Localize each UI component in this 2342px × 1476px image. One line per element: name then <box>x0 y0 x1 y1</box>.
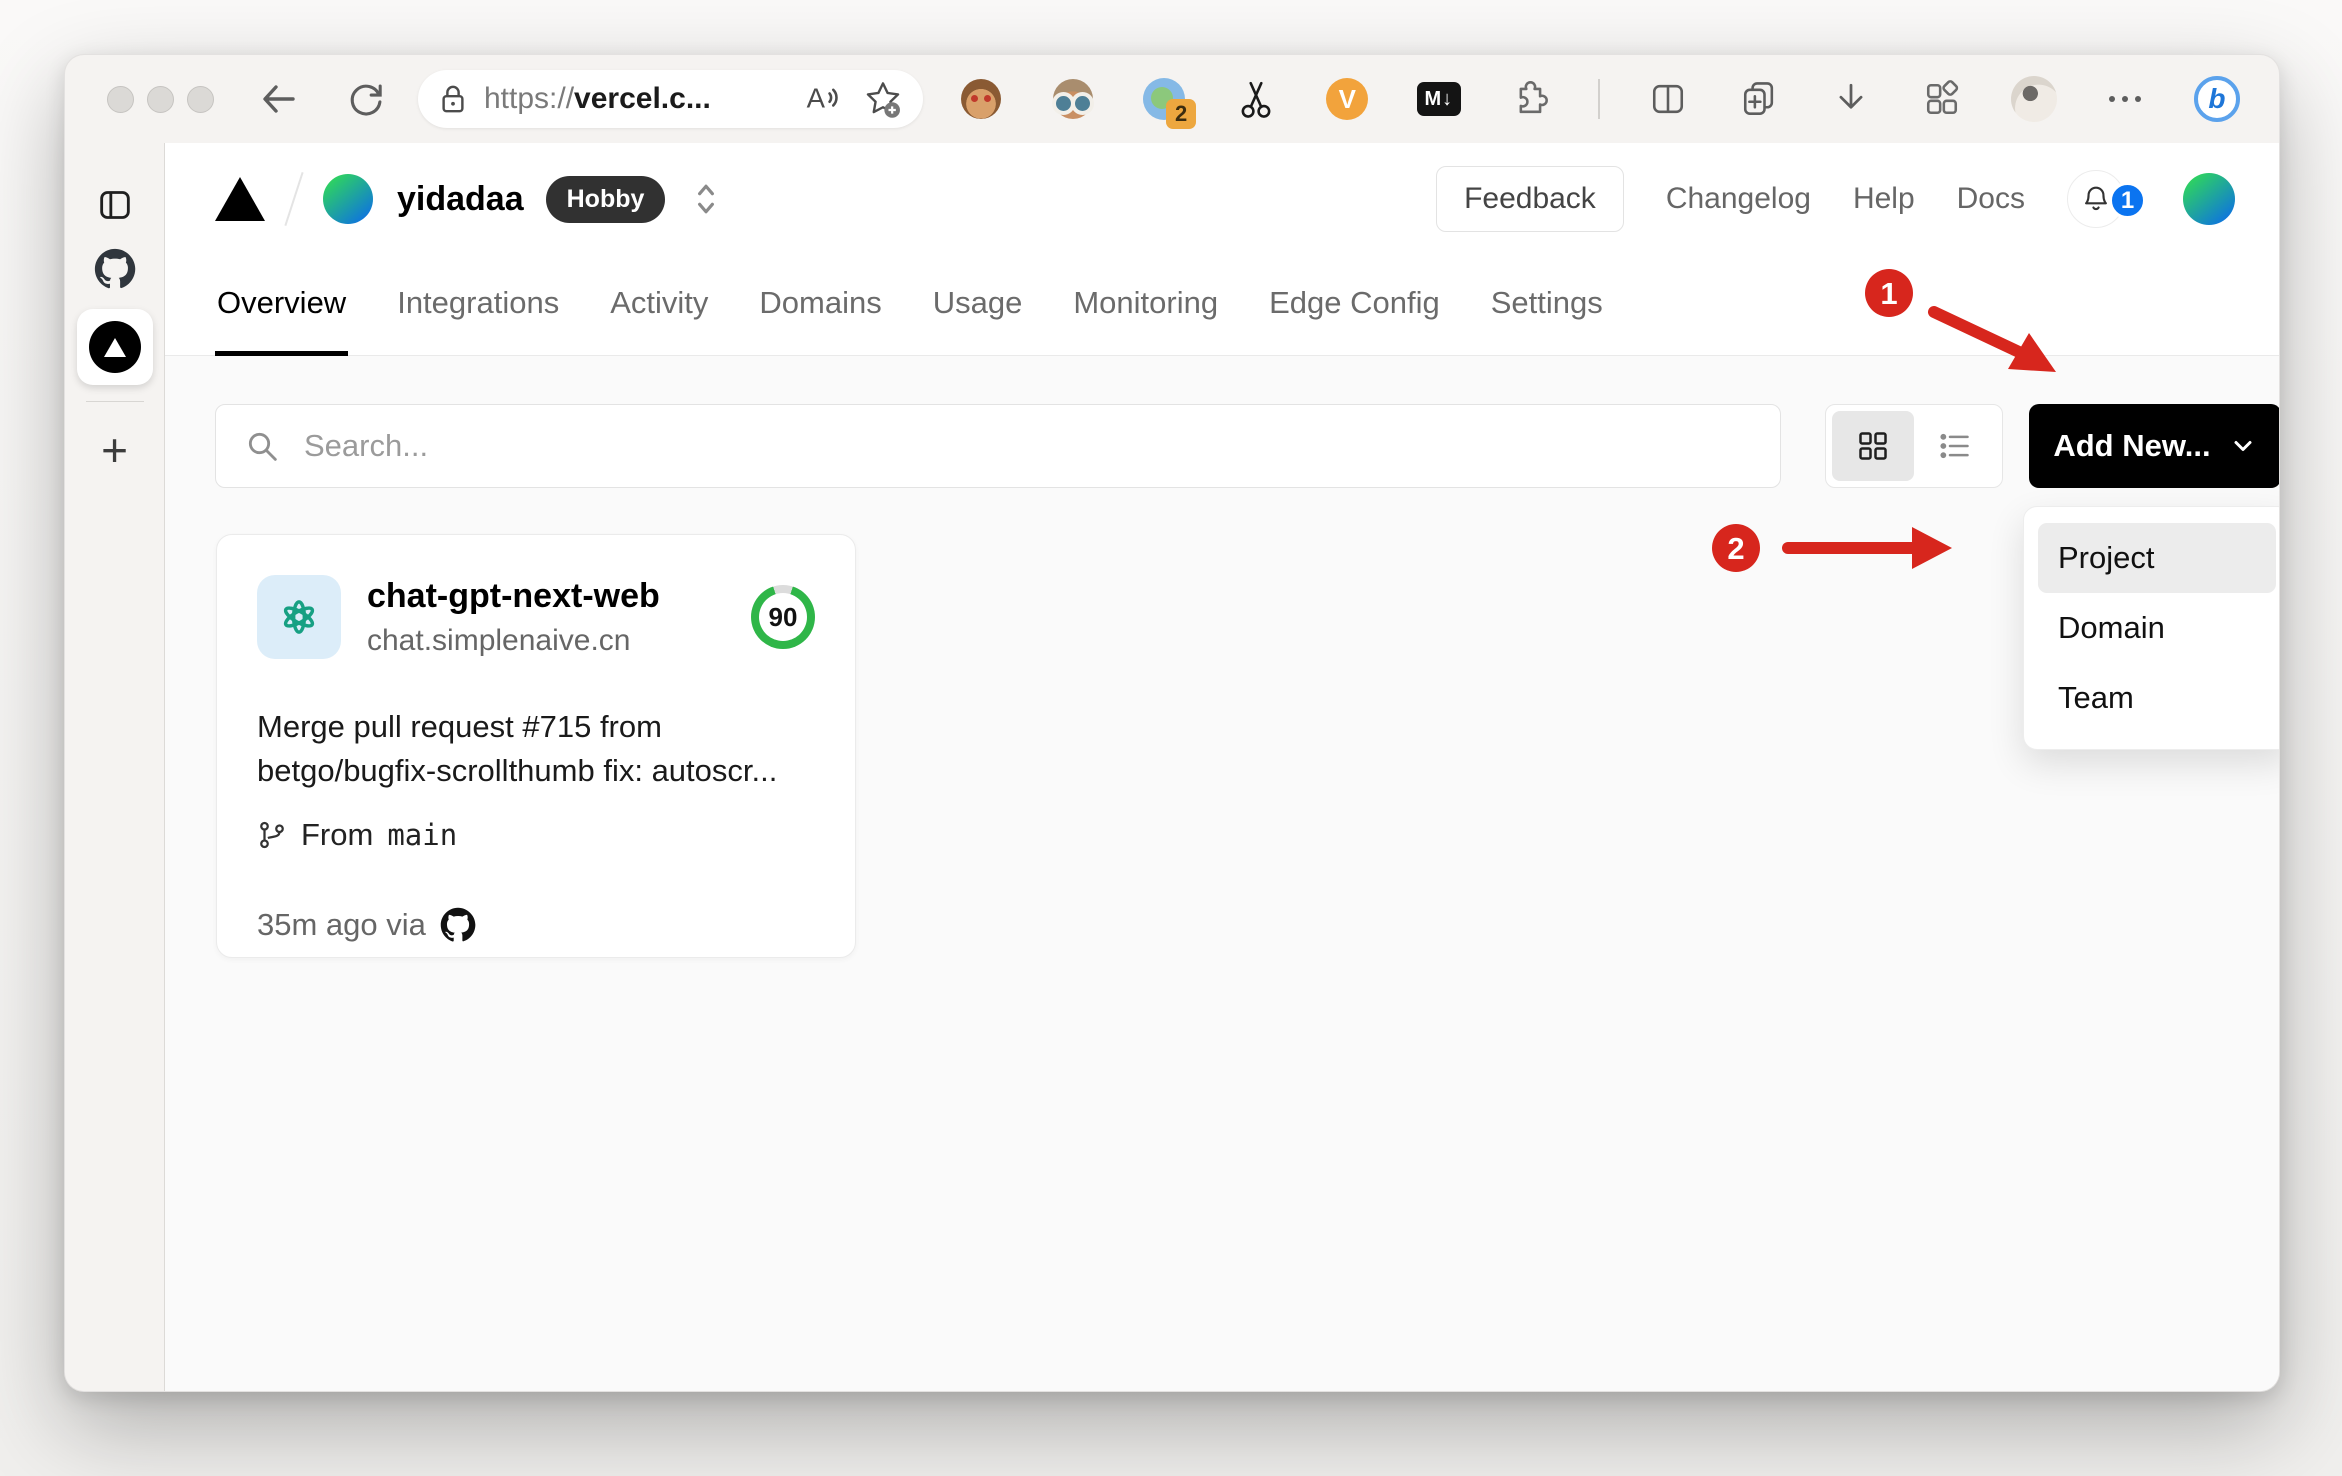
dropdown-item-team[interactable]: Team <box>2038 663 2276 733</box>
url-text: https://vercel.c... <box>484 82 711 115</box>
add-to-collection-icon[interactable] <box>1735 75 1783 123</box>
browser-toolbar: https://vercel.c... A 2 V M↓ b <box>65 55 2279 143</box>
split-screen-icon[interactable] <box>1644 75 1692 123</box>
new-tab-button[interactable]: + <box>78 418 152 482</box>
video-extension-icon[interactable]: V <box>1323 75 1371 123</box>
changelog-link[interactable]: Changelog <box>1666 182 1811 216</box>
page-viewport: yidadaa Hobby Feedback Changelog Help Do… <box>165 143 2279 1391</box>
grid-view-button[interactable] <box>1832 411 1914 481</box>
sidebar-divider <box>85 401 144 402</box>
commit-message[interactable]: Merge pull request #715 from betgo/bugfi… <box>257 705 815 793</box>
vercel-body: Add New... Project Domain Team <box>165 356 2279 1391</box>
screenshot-stage: https://vercel.c... A 2 V M↓ b + yidadaa… <box>0 0 2342 1476</box>
goggles-extension-icon[interactable] <box>1049 75 1097 123</box>
read-aloud-icon[interactable]: A <box>803 77 847 121</box>
team-name[interactable]: yidadaa <box>397 180 524 219</box>
extensions-puzzle-icon[interactable] <box>1506 75 1554 123</box>
toolbar-divider <box>1597 79 1600 119</box>
extensions-row: 2 V M↓ b <box>957 55 2241 143</box>
github-icon <box>440 907 476 942</box>
browser-window: https://vercel.c... A 2 V M↓ b + yidadaa… <box>64 54 2280 1392</box>
project-texts: chat-gpt-next-web chat.simplenaive.cn <box>367 577 660 658</box>
tab-integrations[interactable]: Integrations <box>395 255 561 355</box>
tab-overview[interactable]: Overview <box>215 255 349 356</box>
list-view-button[interactable] <box>1914 411 1996 481</box>
list-view-icon <box>1940 433 1969 459</box>
git-branch-icon <box>260 821 284 849</box>
sidebar-tab-github[interactable] <box>78 237 152 301</box>
apps-bento-icon[interactable] <box>1918 75 1966 123</box>
scissors-extension-icon[interactable] <box>1232 75 1280 123</box>
edge-sidebar: + <box>65 143 165 1391</box>
dropdown-item-domain[interactable]: Domain <box>2038 593 2276 663</box>
grid-view-icon <box>1859 432 1887 460</box>
project-domain[interactable]: chat.simplenaive.cn <box>367 624 660 658</box>
vercel-header-row: yidadaa Hobby Feedback Changelog Help Do… <box>165 143 2279 255</box>
add-new-dropdown: Project Domain Team <box>2023 506 2279 750</box>
tab-activity[interactable]: Activity <box>608 255 710 355</box>
monkey-extension-icon[interactable] <box>957 75 1005 123</box>
tab-usage[interactable]: Usage <box>931 255 1025 355</box>
search-input[interactable] <box>304 428 1780 464</box>
lock-icon <box>442 85 464 113</box>
translate-extension-icon[interactable]: 2 <box>1140 75 1197 129</box>
markdown-extension-icon[interactable]: M↓ <box>1415 75 1463 123</box>
chrome-body: + yidadaa Hobby Feedback Changelog Help … <box>65 143 2279 1391</box>
team-switcher-icon[interactable] <box>689 179 723 219</box>
tab-monitoring[interactable]: Monitoring <box>1071 255 1220 355</box>
search-icon <box>248 432 277 461</box>
vercel-logo-icon <box>88 321 141 373</box>
project-card-header: chat-gpt-next-web chat.simplenaive.cn 90 <box>257 575 815 659</box>
address-bar[interactable]: https://vercel.c... A <box>418 70 923 128</box>
dropdown-item-project[interactable]: Project <box>2038 523 2276 593</box>
vercel-triangle-logo[interactable] <box>215 177 265 221</box>
breadcrumb-slash <box>284 172 304 226</box>
back-button[interactable] <box>254 75 302 123</box>
tab-domains[interactable]: Domains <box>757 255 883 355</box>
minimize-window-button[interactable] <box>147 85 174 113</box>
copilot-icon[interactable]: b <box>2193 75 2241 123</box>
tab-pane-icon[interactable] <box>78 173 152 237</box>
search-box[interactable] <box>215 404 1781 488</box>
notification-count-badge: 1 <box>2109 182 2146 219</box>
docs-link[interactable]: Docs <box>1957 182 2025 216</box>
branch-label: From <box>301 817 374 853</box>
project-openai-icon <box>257 575 341 659</box>
score-ring[interactable]: 90 <box>751 585 815 649</box>
zoom-window-button[interactable] <box>187 85 214 113</box>
close-window-button[interactable] <box>107 85 134 113</box>
branch-name: main <box>387 818 458 853</box>
vercel-tabs: Overview Integrations Activity Domains U… <box>165 255 2279 356</box>
sidebar-tab-vercel-active[interactable] <box>76 309 153 385</box>
add-new-label: Add New... <box>2053 428 2211 463</box>
svg-text:A: A <box>807 82 826 113</box>
tab-settings[interactable]: Settings <box>1489 255 1605 355</box>
notifications-bell-icon[interactable]: 1 <box>2067 170 2146 228</box>
help-link[interactable]: Help <box>1853 182 1915 216</box>
extension-badge: 2 <box>1166 99 1197 129</box>
vercel-header: yidadaa Hobby Feedback Changelog Help Do… <box>165 143 2279 356</box>
feedback-button[interactable]: Feedback <box>1436 166 1624 232</box>
add-new-button[interactable]: Add New... <box>2029 404 2279 488</box>
tab-edge-config[interactable]: Edge Config <box>1267 255 1442 355</box>
refresh-button[interactable] <box>342 75 390 123</box>
traffic-lights <box>107 85 214 113</box>
plan-badge: Hobby <box>545 175 666 223</box>
score-value: 90 <box>759 593 807 641</box>
chevron-down-icon <box>2234 441 2252 451</box>
more-options-icon[interactable] <box>2101 75 2149 123</box>
branch-row: From main <box>257 817 815 853</box>
project-card[interactable]: chat-gpt-next-web chat.simplenaive.cn 90… <box>216 534 856 958</box>
profile-avatar[interactable] <box>2010 75 2058 123</box>
favorite-star-icon[interactable] <box>861 77 905 121</box>
downloads-icon[interactable] <box>1827 75 1875 123</box>
deploy-meta: 35m ago via <box>257 907 815 943</box>
deploy-time: 35m ago via <box>257 907 426 943</box>
header-actions: Feedback Changelog Help Docs 1 <box>1436 166 2235 232</box>
team-avatar[interactable] <box>323 174 373 224</box>
project-name[interactable]: chat-gpt-next-web <box>367 577 660 616</box>
user-avatar[interactable] <box>2183 173 2235 225</box>
view-toggle <box>1825 404 2003 488</box>
